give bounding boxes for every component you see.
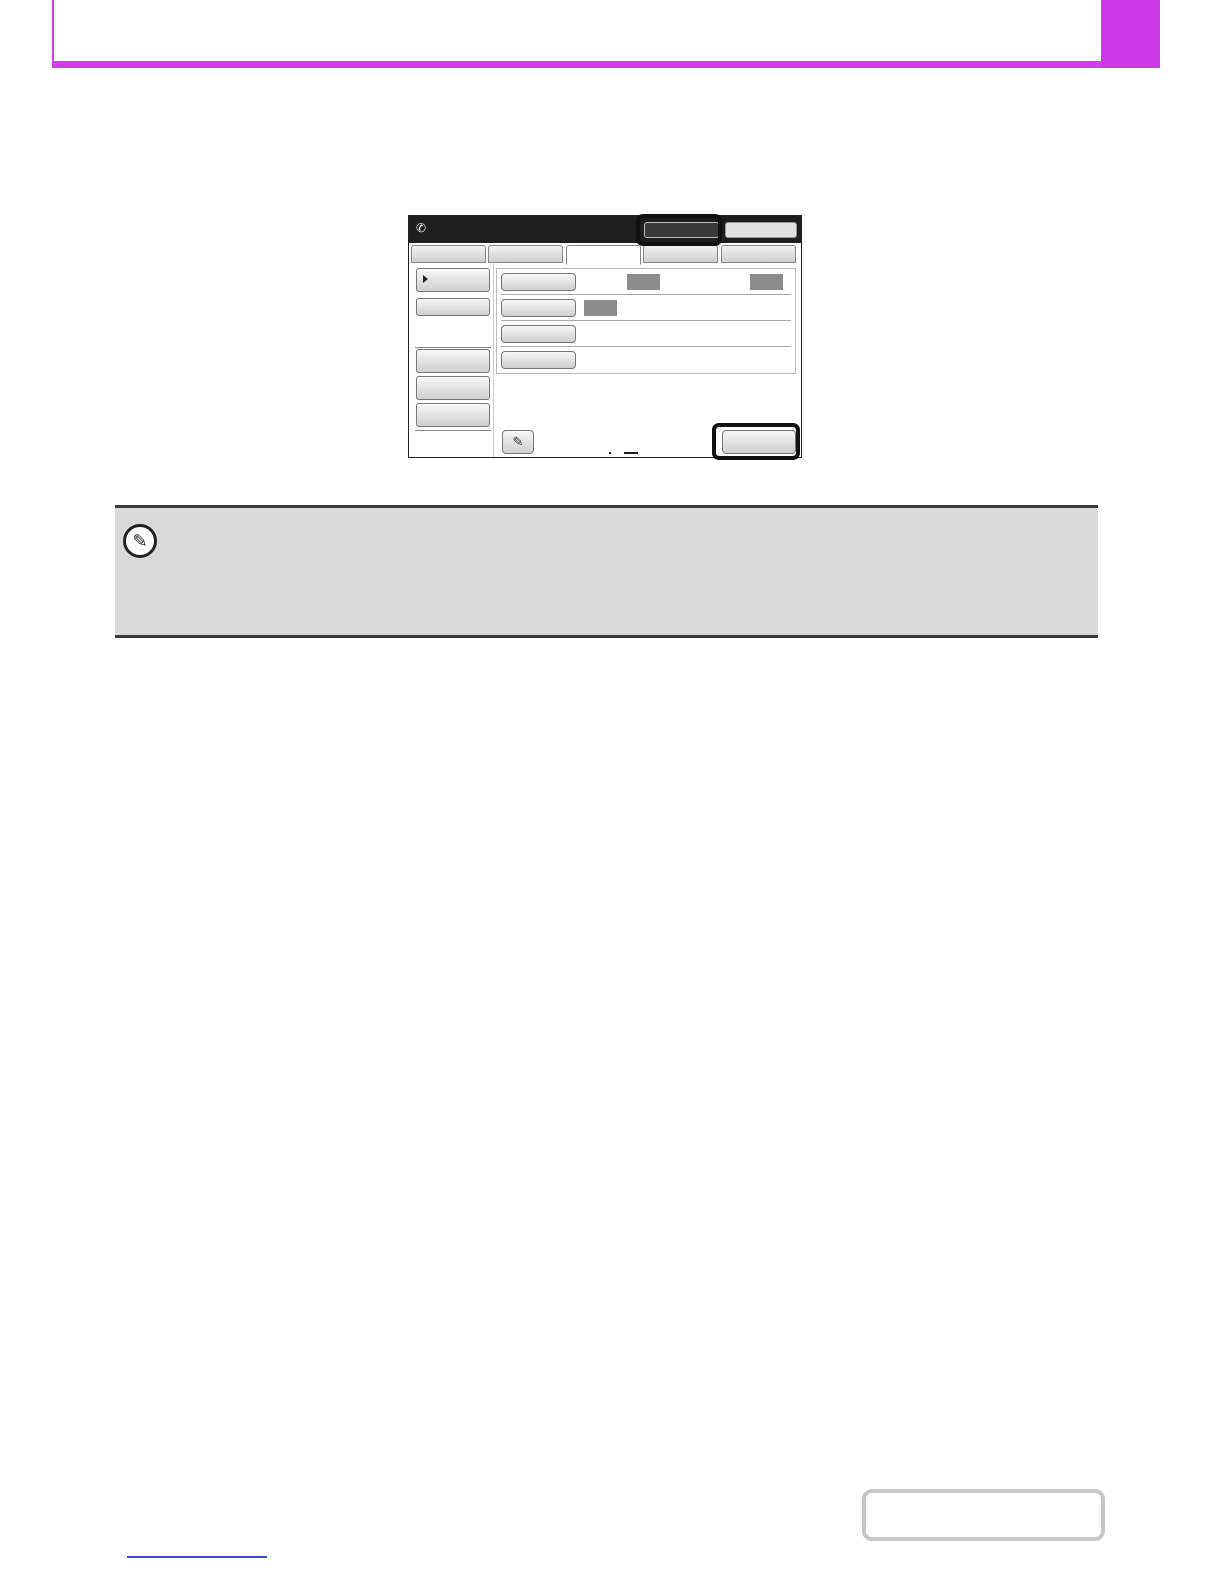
- settings-row-4: [497, 347, 795, 373]
- settings-row-1: [497, 269, 795, 295]
- tab-5[interactable]: [721, 245, 796, 263]
- row-2-value: [584, 300, 617, 316]
- settings-sheet-icon[interactable]: ✎: [502, 430, 534, 454]
- tick-mark: [609, 452, 611, 454]
- row-3-button[interactable]: [501, 325, 576, 343]
- device-panel: ✆ ✎: [408, 215, 802, 458]
- header-section-tab: [1101, 0, 1160, 68]
- left-divider-bottom: [415, 430, 491, 431]
- row-1-button[interactable]: [501, 273, 576, 291]
- title-button-secondary[interactable]: [725, 222, 797, 238]
- tick-mark: [624, 452, 638, 454]
- row-1-value-b: [750, 274, 783, 290]
- header-accent-bar: [52, 61, 1160, 68]
- note-box: ✎: [115, 505, 1098, 638]
- settings-row-2: [497, 295, 795, 321]
- footer-link-underline[interactable]: [127, 1556, 267, 1558]
- row-4-button[interactable]: [501, 351, 576, 369]
- row-1-value-a: [627, 274, 660, 290]
- left-button-3[interactable]: [416, 349, 490, 373]
- left-button-2[interactable]: [416, 298, 490, 316]
- left-divider: [415, 347, 491, 348]
- pencil-icon: ✎: [123, 524, 157, 558]
- panel-titlebar: ✆: [409, 216, 801, 243]
- left-button-1[interactable]: [416, 268, 490, 292]
- settings-list: [496, 268, 796, 374]
- highlight-title-button: [636, 214, 722, 246]
- header-accent-line: [52, 0, 54, 62]
- highlight-ok-button: [712, 423, 800, 460]
- tab-2[interactable]: [488, 245, 563, 263]
- triangle-right-icon: [423, 275, 428, 283]
- phone-handset-icon: ✆: [416, 221, 427, 235]
- tab-3-active[interactable]: [566, 245, 641, 265]
- panel-tabs: [411, 244, 801, 265]
- left-button-5[interactable]: [416, 403, 490, 427]
- left-button-4[interactable]: [416, 376, 490, 400]
- tab-4[interactable]: [643, 245, 718, 263]
- contents-button[interactable]: [862, 1489, 1105, 1541]
- panel-left-column: [409, 264, 494, 457]
- settings-row-3: [497, 321, 795, 347]
- tab-1[interactable]: [411, 245, 486, 263]
- row-2-button[interactable]: [501, 299, 576, 317]
